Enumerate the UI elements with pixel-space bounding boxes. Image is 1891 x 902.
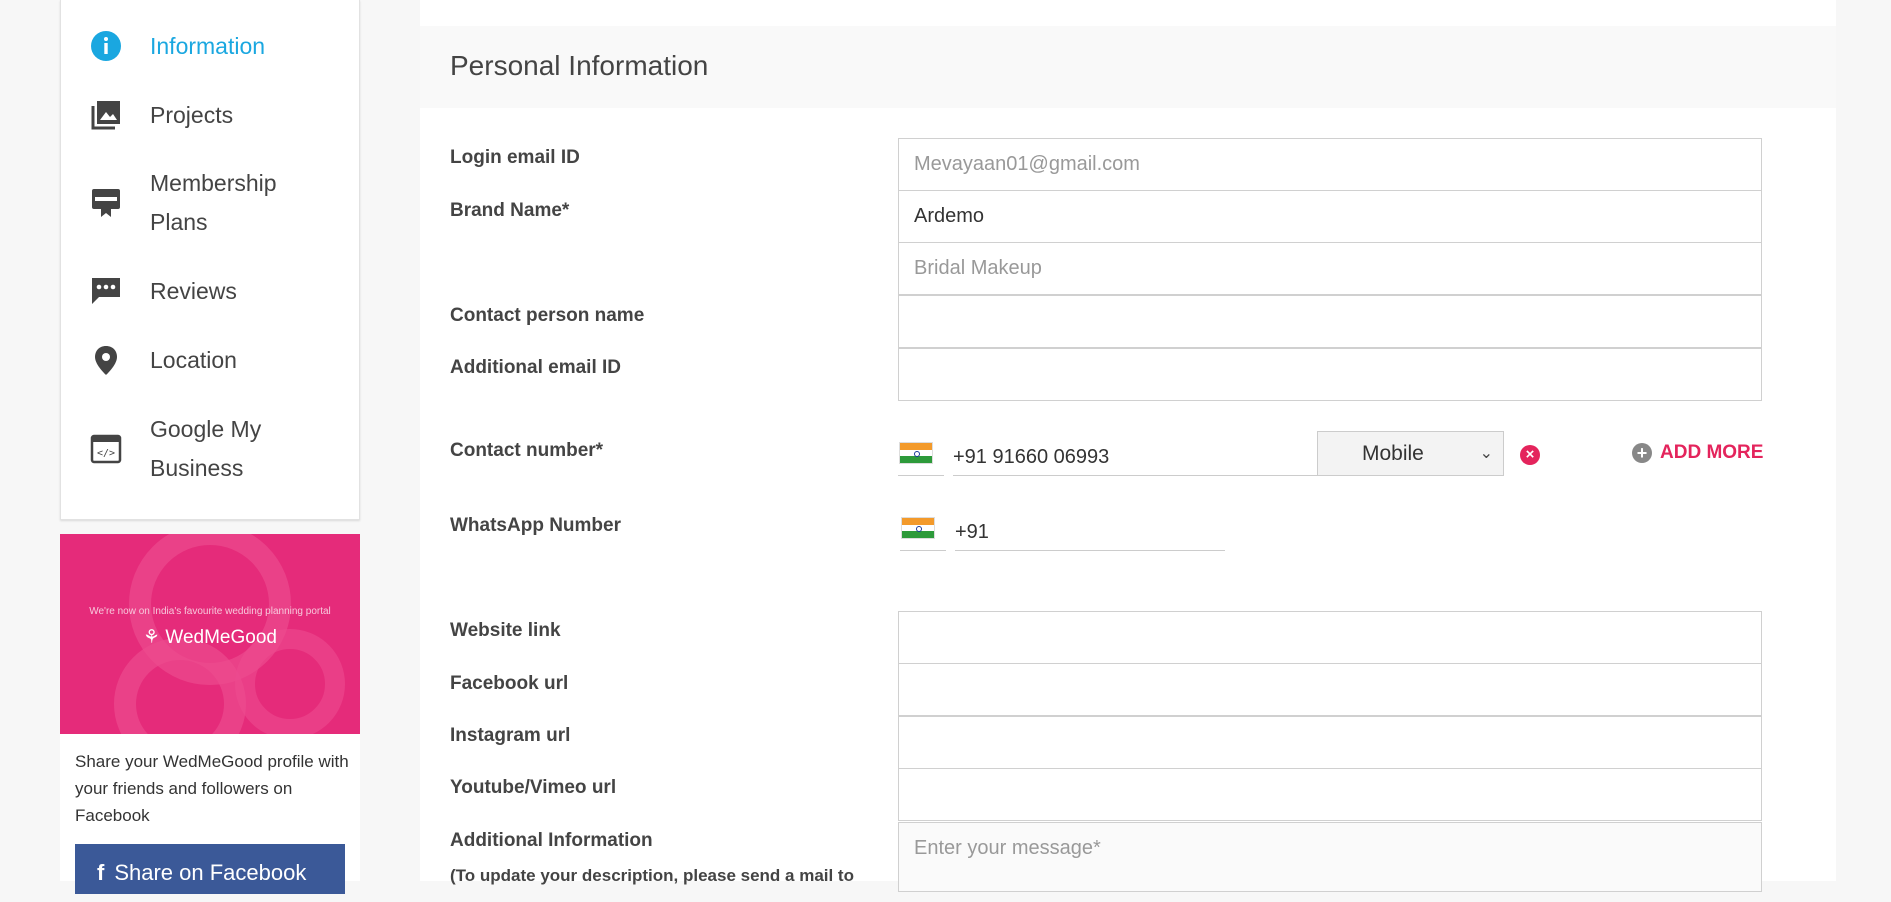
share-on-facebook-label: Share on Facebook <box>114 860 307 885</box>
banner-tagline: We're now on India's favourite wedding p… <box>89 606 331 617</box>
section-header: Personal Information <box>420 26 1836 108</box>
add-more-button[interactable]: + ADD MORE <box>1632 442 1763 464</box>
category-field[interactable] <box>898 242 1762 295</box>
sidebar-item-label: Google My Business <box>150 416 262 481</box>
brand-name-field[interactable] <box>898 190 1762 243</box>
flag-underline <box>898 475 944 476</box>
add-circle-icon: + <box>1632 443 1652 463</box>
location-pin-icon <box>90 344 122 376</box>
sidebar-item-information[interactable]: Information <box>61 27 359 67</box>
info-icon <box>90 30 122 62</box>
instagram-url-label: Instagram url <box>450 725 571 746</box>
sidebar-item-label: Projects <box>150 102 234 128</box>
additional-info-textarea[interactable] <box>898 822 1762 892</box>
additional-email-field[interactable] <box>898 348 1762 401</box>
add-more-label: ADD MORE <box>1660 442 1764 463</box>
membership-card-icon <box>90 186 122 218</box>
sidebar: Information Projects Membership Plans Re… <box>60 0 360 520</box>
facebook-url-label: Facebook url <box>450 673 569 694</box>
facebook-share-card: We're now on India's favourite wedding p… <box>60 534 360 894</box>
svg-text:</>: </> <box>97 448 115 459</box>
contact-number-label: Contact number* <box>450 440 604 461</box>
share-on-facebook-button[interactable]: f Share on Facebook <box>75 844 345 894</box>
india-flag-icon[interactable] <box>901 517 935 539</box>
phone-type-value: Mobile <box>1362 441 1424 465</box>
sidebar-item-projects[interactable]: Projects <box>61 96 359 136</box>
share-description: Share your WedMeGood profile with your f… <box>75 752 349 825</box>
review-chat-icon <box>90 275 122 307</box>
login-email-field[interactable] <box>898 138 1762 191</box>
wedmegood-logo-text: WedMeGood <box>165 627 277 648</box>
remove-number-icon[interactable]: × <box>1520 445 1540 465</box>
sidebar-item-label: Information <box>150 33 266 59</box>
sidebar-item-google-my-business[interactable]: </> Google My Business <box>61 410 359 490</box>
sidebar-item-label: Reviews <box>150 278 237 304</box>
whatsapp-label: WhatsApp Number <box>450 515 621 536</box>
facebook-icon: f <box>97 860 105 885</box>
flag-underline <box>900 550 946 551</box>
youtube-url-field[interactable] <box>898 768 1762 821</box>
india-flag-icon[interactable] <box>899 442 933 464</box>
sidebar-item-membership-plans[interactable]: Membership Plans <box>61 164 359 244</box>
code-window-icon: </> <box>90 433 122 465</box>
chevron-down-icon: ⌄ <box>1479 445 1493 462</box>
gallery-icon <box>90 99 122 131</box>
sidebar-item-location[interactable]: Location <box>61 341 359 381</box>
brand-name-label: Brand Name* <box>450 200 570 221</box>
main-panel: Personal Information Login email ID Bran… <box>420 0 1836 892</box>
page-title: Personal Information <box>450 50 709 81</box>
wedmegood-banner: We're now on India's favourite wedding p… <box>60 534 360 734</box>
youtube-url-label: Youtube/Vimeo url <box>450 777 617 798</box>
website-label: Website link <box>450 620 561 641</box>
login-email-label: Login email ID <box>450 147 580 168</box>
sidebar-item-label: Location <box>150 347 237 373</box>
wedmegood-logo-icon: ⚘ <box>143 627 161 648</box>
sidebar-item-label: Membership Plans <box>150 170 277 235</box>
contact-person-field[interactable] <box>898 295 1762 348</box>
additional-email-label: Additional email ID <box>450 357 622 378</box>
contact-person-label: Contact person name <box>450 305 645 326</box>
wedmegood-logo: ⚘ WedMeGood <box>60 626 360 649</box>
contact-number-input[interactable] <box>953 440 1317 476</box>
facebook-url-field[interactable] <box>898 663 1762 716</box>
whatsapp-number-input[interactable] <box>955 515 1225 551</box>
instagram-url-field[interactable] <box>898 716 1762 769</box>
sidebar-item-reviews[interactable]: Reviews <box>61 272 359 312</box>
website-link-field[interactable] <box>898 611 1762 664</box>
additional-info-label: Additional Information <box>450 830 653 851</box>
phone-type-select[interactable]: Mobile ⌄ <box>1317 431 1504 476</box>
additional-info-note: (To update your description, please send… <box>450 866 854 885</box>
